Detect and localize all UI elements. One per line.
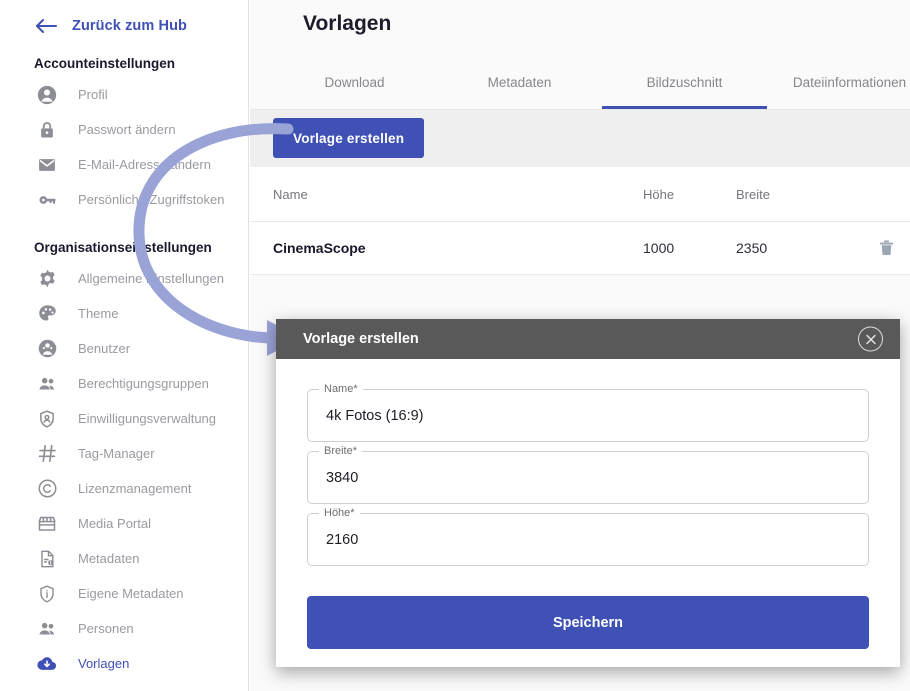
sidebar-item-label: Lizenzmanagement (78, 481, 192, 496)
sidebar-item-lizenzmanagement[interactable]: Lizenzmanagement (0, 471, 248, 506)
key-icon (34, 187, 60, 213)
sidebar-item-label: Benutzer (78, 341, 131, 356)
sidebar-item-metadaten[interactable]: Metadaten (0, 541, 248, 576)
sidebar-item-label: Allgemeine Einstellungen (78, 271, 224, 286)
tab-download[interactable]: Download (272, 67, 437, 109)
sidebar-item-vorlagen[interactable]: Vorlagen (0, 646, 248, 681)
hoehe-input[interactable] (324, 530, 852, 549)
shield-info-icon (34, 581, 60, 607)
sidebar-item-zugriffstoken[interactable]: Persönliche Zugriffstoken (0, 182, 248, 217)
column-header-breite: Breite (736, 186, 770, 202)
sidebar-item-label: Einwilligungsverwaltung (78, 411, 217, 426)
tab-label: Dateiinformationen (792, 75, 907, 90)
sidebar-item-label: Tag-Manager (78, 446, 155, 461)
tab-label: Metadaten (487, 75, 552, 90)
cell-breite: 2350 (736, 240, 768, 256)
sidebar-item-label: Metadaten (78, 551, 140, 566)
breite-field[interactable]: Breite* (307, 445, 869, 504)
back-to-hub-link[interactable]: Zurück zum Hub (36, 18, 248, 34)
hash-icon (34, 441, 60, 467)
modal-title: Vorlage erstellen (303, 331, 419, 347)
trash-icon[interactable] (877, 237, 896, 259)
sidebar-item-label: Eigene Metadaten (78, 586, 184, 601)
close-circle-icon[interactable] (858, 326, 883, 352)
back-to-hub-label: Zurück zum Hub (72, 18, 187, 34)
section-title-org: Organisationseinstellungen (34, 240, 212, 255)
sidebar-item-label: E-Mail-Adresse ändern (78, 157, 211, 172)
modal-header: Vorlage erstellen (276, 319, 900, 359)
hoehe-field-label: Höhe* (319, 507, 360, 519)
cloud-download-icon (34, 651, 60, 677)
sidebar-item-label: Passwort ändern (78, 122, 176, 137)
breite-field-label: Breite* (319, 445, 363, 457)
sidebar-org-list: Allgemeine Einstellungen Theme Benutzer … (0, 261, 248, 681)
name-field[interactable]: Name* (307, 383, 869, 442)
sidebar-item-email-aendern[interactable]: E-Mail-Adresse ändern (0, 147, 248, 182)
sidebar-item-personen[interactable]: Personen (0, 611, 248, 646)
user-circle-icon (34, 336, 60, 362)
sidebar-item-label: Media Portal (78, 516, 151, 531)
sidebar-item-label: Profil (78, 87, 108, 102)
tab-metadaten[interactable]: Metadaten (437, 67, 602, 109)
sidebar-item-media-portal[interactable]: Media Portal (0, 506, 248, 541)
sidebar-item-tag-manager[interactable]: Tag-Manager (0, 436, 248, 471)
table-row[interactable]: CinemaScope 1000 2350 (250, 222, 910, 275)
table-header-row: Name Höhe Breite (250, 167, 910, 222)
create-template-button[interactable]: Vorlage erstellen (273, 118, 425, 158)
tab-label: Bildzuschnitt (646, 75, 723, 90)
sidebar-item-passwort-aendern[interactable]: Passwort ändern (0, 112, 248, 147)
sidebar-item-label: Berechtigungsgruppen (78, 376, 209, 391)
name-input[interactable] (324, 406, 852, 425)
lock-icon (34, 117, 60, 143)
breite-input[interactable] (324, 468, 852, 487)
person-circle-icon (34, 82, 60, 108)
tab-bildzuschnitt[interactable]: Bildzuschnitt (602, 67, 767, 109)
arrow-left-icon (36, 18, 58, 34)
sidebar-item-allgemeine-einstellungen[interactable]: Allgemeine Einstellungen (0, 261, 248, 296)
copyright-icon (34, 476, 60, 502)
table-toolbar: Vorlage erstellen (250, 110, 910, 167)
sidebar-item-benutzer[interactable]: Benutzer (0, 331, 248, 366)
sidebar-item-label: Theme (78, 306, 119, 321)
cell-hoehe: 1000 (643, 240, 675, 256)
tab-label: Download (324, 75, 385, 90)
storefront-icon (34, 511, 60, 537)
cell-actions (846, 237, 896, 259)
page-header: Vorlagen Download Metadaten Bildzuschnit… (250, 0, 910, 110)
tab-bar: Download Metadaten Bildzuschnitt Dateiin… (250, 67, 910, 109)
sidebar-item-eigene-metadaten[interactable]: Eigene Metadaten (0, 576, 248, 611)
envelope-icon (34, 152, 60, 178)
sidebar-item-label: Personen (78, 621, 134, 636)
page-title: Vorlagen (303, 12, 392, 35)
sidebar-item-berechtigungsgruppen[interactable]: Berechtigungsgruppen (0, 366, 248, 401)
sidebar-item-profil[interactable]: Profil (0, 77, 248, 112)
shield-person-icon (34, 406, 60, 432)
sidebar: Zurück zum Hub Accounteinstellungen Prof… (0, 0, 249, 691)
cell-name: CinemaScope (273, 240, 366, 256)
sidebar-account-list: Profil Passwort ändern E-Mail-Adresse än… (0, 77, 248, 217)
sidebar-item-einwilligungsverwaltung[interactable]: Einwilligungsverwaltung (0, 401, 248, 436)
people-icon (34, 616, 60, 642)
palette-icon (34, 301, 60, 327)
column-header-hoehe: Höhe (643, 186, 675, 202)
tab-dateiinformationen[interactable]: Dateiinformationen (767, 67, 910, 109)
gear-icon (34, 266, 60, 292)
people-icon (34, 371, 60, 397)
save-button[interactable]: Speichern (307, 596, 869, 649)
sidebar-item-label: Vorlagen (78, 656, 130, 671)
section-title-account: Accounteinstellungen (34, 56, 176, 71)
name-field-label: Name* (319, 383, 363, 395)
sidebar-item-label: Persönliche Zugriffstoken (78, 192, 225, 207)
sidebar-item-theme[interactable]: Theme (0, 296, 248, 331)
hoehe-field[interactable]: Höhe* (307, 507, 869, 566)
column-header-name: Name (273, 186, 308, 202)
modal-body: Name* Breite* Höhe* Speichern (276, 359, 900, 649)
create-template-modal: Vorlage erstellen Name* Breite* Höhe* (276, 319, 900, 667)
document-info-icon (34, 546, 60, 572)
